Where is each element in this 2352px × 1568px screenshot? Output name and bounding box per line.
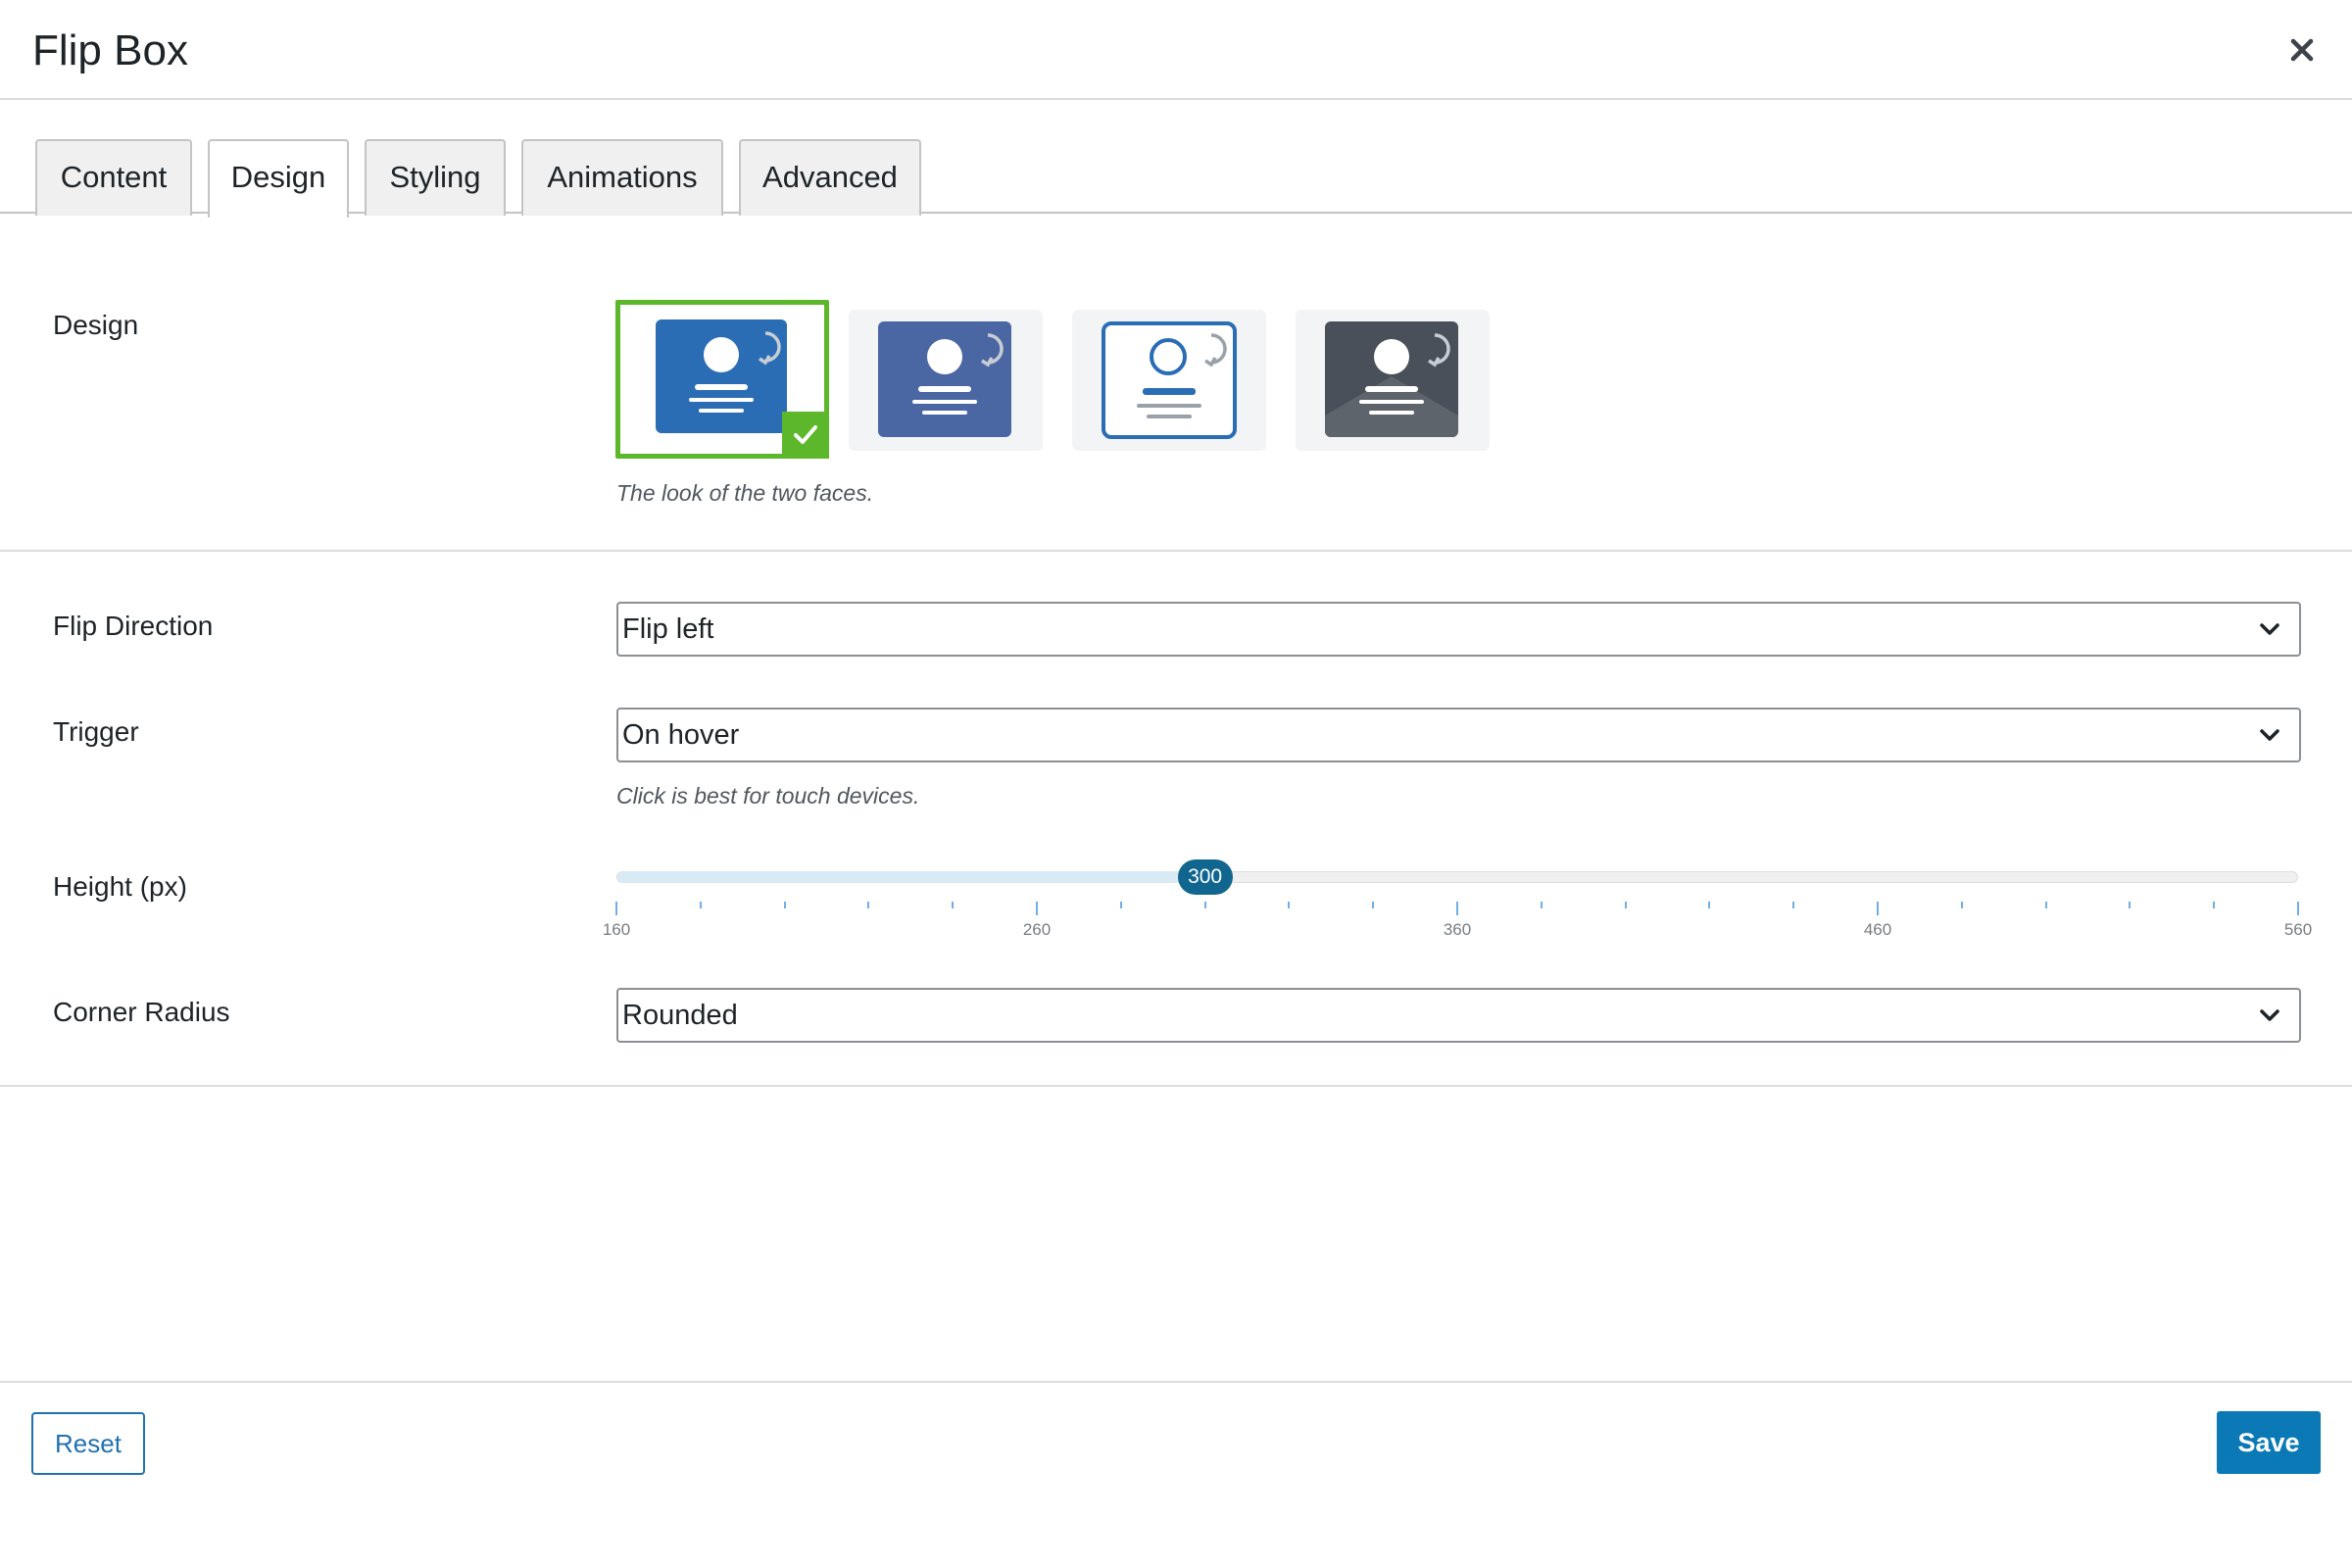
design-option-2[interactable] bbox=[849, 310, 1043, 451]
check-icon bbox=[794, 425, 817, 444]
section-divider bbox=[0, 1085, 2352, 1087]
tab-bar: Content Design Styling Animations Advanc… bbox=[0, 100, 2352, 218]
minor-tick bbox=[1960, 902, 1963, 908]
tick-label-360: 360 bbox=[1443, 920, 1472, 939]
design-option-1[interactable] bbox=[615, 300, 829, 459]
selected-check bbox=[782, 412, 829, 459]
tab-animations[interactable]: Animations bbox=[521, 139, 723, 216]
minor-tick bbox=[1203, 902, 1206, 908]
height-label: Height (px) bbox=[53, 871, 187, 902]
card-solid-blue-icon bbox=[656, 319, 787, 433]
minor-tick bbox=[1288, 902, 1291, 908]
minor-tick bbox=[783, 902, 786, 908]
chevron-down-icon bbox=[2260, 623, 2279, 635]
dialog-header: Flip Box bbox=[0, 0, 2352, 100]
tab-advanced[interactable]: Advanced bbox=[739, 139, 921, 216]
minor-tick bbox=[952, 902, 955, 908]
major-tick bbox=[1036, 902, 1038, 915]
tick-label-560: 560 bbox=[2283, 920, 2313, 939]
height-slider-fill bbox=[617, 871, 1206, 883]
major-tick bbox=[1456, 902, 1458, 915]
tab-design[interactable]: Design bbox=[208, 139, 349, 218]
reset-button[interactable]: Reset bbox=[31, 1412, 145, 1475]
major-tick bbox=[1877, 902, 1879, 915]
trigger-label: Trigger bbox=[53, 716, 139, 747]
flip-direction-label: Flip Direction bbox=[53, 611, 214, 641]
minor-tick bbox=[1792, 902, 1795, 908]
minor-tick bbox=[1540, 902, 1543, 908]
height-slider-thumb[interactable]: 300 bbox=[1177, 859, 1233, 895]
flip-direction-select[interactable]: Flip left bbox=[616, 602, 2301, 657]
tab-styling[interactable]: Styling bbox=[365, 139, 506, 216]
tick-label-460: 460 bbox=[1863, 920, 1892, 939]
minor-tick bbox=[1372, 902, 1375, 908]
close-button[interactable] bbox=[2279, 27, 2325, 73]
trigger-select[interactable]: On hover bbox=[616, 708, 2301, 762]
card-muted-blue-icon bbox=[878, 321, 1011, 437]
minor-tick bbox=[1624, 902, 1627, 908]
minor-tick bbox=[1708, 902, 1711, 908]
dialog-title: Flip Box bbox=[32, 26, 188, 74]
section-divider bbox=[0, 550, 2352, 552]
minor-tick bbox=[2213, 902, 2216, 908]
chevron-down-icon bbox=[2260, 729, 2279, 741]
corner-radius-select[interactable]: Rounded bbox=[616, 988, 2301, 1043]
minor-tick bbox=[867, 902, 870, 908]
tick-label-260: 260 bbox=[1022, 920, 1052, 939]
minor-tick bbox=[2044, 902, 2047, 908]
close-icon bbox=[2290, 38, 2314, 62]
save-button[interactable]: Save bbox=[2217, 1411, 2321, 1474]
card-outline-icon bbox=[1102, 321, 1237, 439]
major-tick bbox=[615, 902, 617, 915]
corner-radius-value: Rounded bbox=[622, 1000, 738, 1031]
design-hint: The look of the two faces. bbox=[616, 480, 874, 506]
minor-tick bbox=[2129, 902, 2132, 908]
corner-radius-label: Corner Radius bbox=[53, 997, 230, 1027]
chevron-down-icon bbox=[2260, 1009, 2279, 1021]
trigger-value: On hover bbox=[622, 719, 740, 751]
card-dark-icon bbox=[1325, 321, 1458, 437]
flip-direction-value: Flip left bbox=[622, 613, 714, 645]
tab-content[interactable]: Content bbox=[35, 139, 192, 216]
trigger-hint: Click is best for touch devices. bbox=[616, 783, 920, 808]
major-tick bbox=[2297, 902, 2299, 915]
footer-divider bbox=[0, 1381, 2352, 1383]
minor-tick bbox=[1119, 902, 1122, 908]
design-option-4[interactable] bbox=[1296, 310, 1490, 451]
minor-tick bbox=[699, 902, 702, 908]
height-slider-track[interactable] bbox=[616, 871, 2298, 883]
design-option-3[interactable] bbox=[1072, 310, 1266, 451]
tick-label-160: 160 bbox=[602, 920, 631, 939]
design-label: Design bbox=[53, 310, 139, 340]
